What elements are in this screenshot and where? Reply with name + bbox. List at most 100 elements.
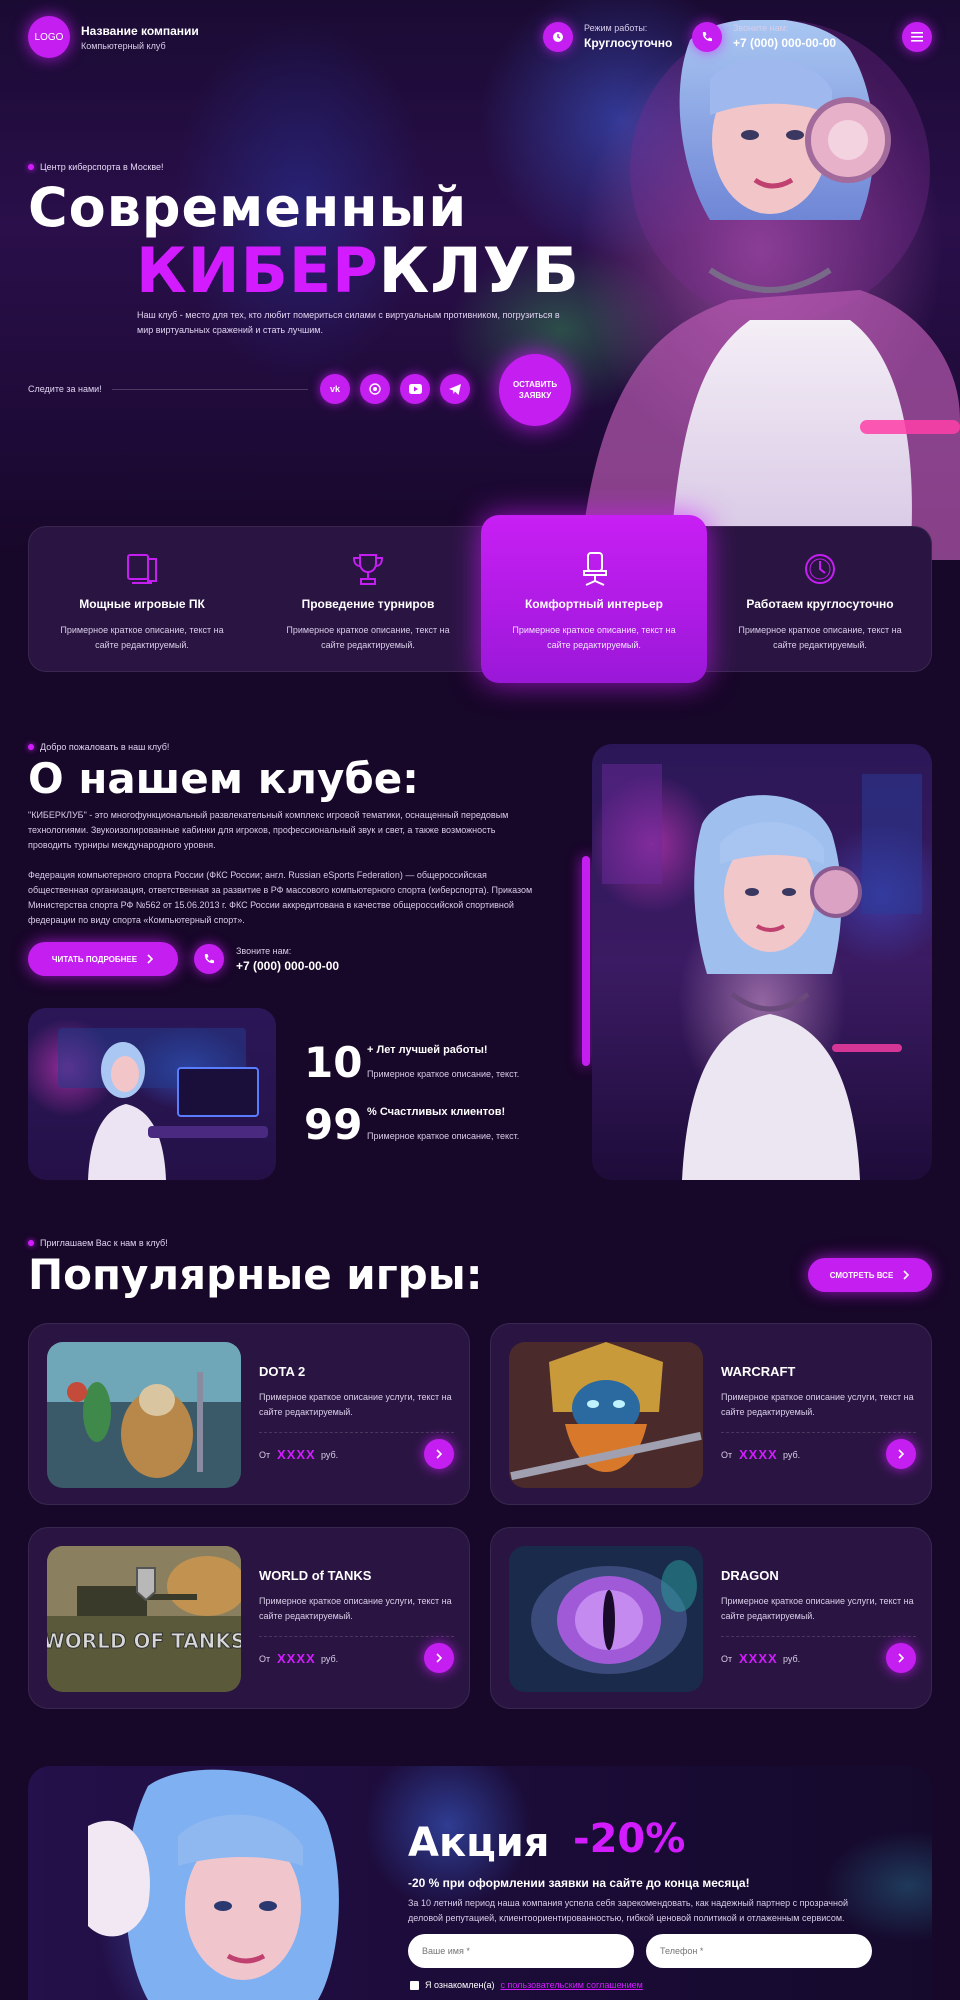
game-card-world-of-tanks[interactable]: WORLD OF TANKS WORLD of TANKS Примерное … <box>28 1527 470 1709</box>
game-open-button[interactable] <box>886 1439 916 1469</box>
games-title: Популярные игры: <box>28 1250 483 1299</box>
stat-description: Примерное краткое описание, текст. <box>367 1069 520 1079</box>
hero-title-line1: Современный <box>28 176 468 239</box>
feature-description: Примерное краткое описание, текст на сай… <box>738 625 902 650</box>
phone-icon[interactable] <box>194 944 224 974</box>
stat-description: Примерное краткое описание, текст. <box>367 1131 520 1141</box>
price-prefix: От <box>721 1654 733 1664</box>
game-title: DOTA 2 <box>259 1364 306 1379</box>
promo-gamer-illustration <box>88 1769 339 2000</box>
clock-icon <box>543 22 573 52</box>
feature-description: Примерное краткое описание, текст на сай… <box>286 625 450 650</box>
divider <box>259 1432 454 1433</box>
game-description: Примерное краткое описание услуги, текст… <box>721 1392 914 1417</box>
leave-request-button[interactable]: ОСТАВИТЬ ЗАЯВКУ <box>499 354 571 426</box>
game-title: WARCRAFT <box>721 1364 796 1379</box>
hero-eyebrow-text: Центр киберспорта в Москве! <box>40 162 164 172</box>
game-title: WORLD of TANKS <box>259 1568 372 1583</box>
price-unit: руб. <box>321 1654 339 1664</box>
phone-label: Звоните нам: <box>733 23 789 33</box>
read-more-label: ЧИТАТЬ ПОДРОБНЕЕ <box>51 954 138 964</box>
feature-description: Примерное краткое описание, текст на сай… <box>60 625 224 650</box>
game-card-dota2[interactable]: DOTA 2 Примерное краткое описание услуги… <box>28 1323 470 1505</box>
stat-number: 10 <box>304 1038 363 1087</box>
phone-icon[interactable] <box>692 22 722 52</box>
promo-percent: -20% <box>573 1816 686 1862</box>
feature-item-active: Комфортный интерьер Примерное краткое оп… <box>481 515 707 683</box>
price-prefix: От <box>721 1450 733 1460</box>
game-image-world-of-tanks: WORLD OF TANKS <box>47 1546 241 1692</box>
hero-description: Наш клуб - место для тех, кто любит поме… <box>137 310 560 335</box>
name-input[interactable] <box>408 1934 634 1968</box>
youtube-icon[interactable] <box>400 374 430 404</box>
logo[interactable]: LOGO <box>28 16 70 58</box>
game-price: XXXX <box>277 1651 316 1666</box>
follow-label: Следите за нами! <box>28 384 102 394</box>
hero-title-line2: КИБЕРКЛУБ <box>136 234 580 307</box>
chevron-right-icon <box>147 954 154 964</box>
game-open-button[interactable] <box>424 1439 454 1469</box>
bullet-icon <box>28 744 34 750</box>
price-unit: руб. <box>321 1450 339 1460</box>
phone-input[interactable] <box>646 1934 872 1968</box>
features-bar: Мощные игровые ПК Примерное краткое опис… <box>28 515 932 683</box>
clock-icon <box>805 554 835 584</box>
hero-gamer-illustration <box>580 20 960 560</box>
about-phone[interactable]: +7 (000) 000-00-00 <box>236 959 339 973</box>
game-image-warcraft <box>509 1342 703 1488</box>
header-phone[interactable]: +7 (000) 000-00-00 <box>733 36 836 50</box>
accent-bar <box>582 856 590 1066</box>
hero-title-rest: КЛУБ <box>378 234 580 307</box>
game-card-dragon[interactable]: DRAGON Примерное краткое описание услуги… <box>490 1527 932 1709</box>
consent-text: Я ознакомлен(а) <box>425 1980 495 1990</box>
trophy-icon <box>352 554 384 585</box>
feature-title: Проведение турниров <box>301 597 435 611</box>
stat-number: 99 <box>304 1100 363 1149</box>
about-paragraph: "КИБЕРКЛУБ" - это многофункциональный ра… <box>28 810 509 850</box>
telegram-icon[interactable] <box>440 374 470 404</box>
divider <box>721 1432 916 1433</box>
about-title: О нашем клубе: <box>28 754 419 803</box>
divider <box>721 1636 916 1637</box>
terms-link[interactable]: с пользовательским соглашением <box>500 1980 642 1990</box>
consent-checkbox[interactable] <box>410 1980 419 1990</box>
game-card-warcraft[interactable]: WARCRAFT Примерное краткое описание услу… <box>490 1323 932 1505</box>
bullet-icon <box>28 1240 34 1246</box>
bullet-icon <box>28 164 34 170</box>
about-eyebrow: Добро пожаловать в наш клуб! <box>28 742 169 752</box>
site-header: LOGO Название компании Компьютерный клуб… <box>28 16 932 60</box>
vk-icon[interactable]: vk <box>320 374 350 404</box>
see-all-label: СМОТРЕТЬ ВСЕ <box>829 1270 894 1280</box>
feature-title: Мощные игровые ПК <box>79 597 205 611</box>
game-image-dragon <box>509 1546 703 1692</box>
feature-title: Комфортный интерьер <box>524 597 664 611</box>
gamer-photo-large <box>592 744 932 1180</box>
feature-title: Работаем круглосуточно <box>746 597 894 611</box>
read-more-button[interactable]: ЧИТАТЬ ПОДРОБНЕЕ <box>28 942 178 976</box>
whatsapp-icon[interactable] <box>360 374 390 404</box>
game-image-dota2 <box>47 1342 241 1488</box>
hours-value: Круглосуточно <box>584 36 673 50</box>
promo-section: Акция -20% -20 % при оформлении заявки н… <box>28 1766 932 2000</box>
promo-title: Акция <box>408 1820 550 1866</box>
chevron-right-icon <box>897 1449 904 1459</box>
hero-section: LOGO Название компании Компьютерный клуб… <box>0 0 960 560</box>
game-price: XXXX <box>739 1651 778 1666</box>
divider <box>112 389 308 390</box>
gaming-chair-icon <box>583 552 607 586</box>
promo-subtitle: -20 % при оформлении заявки на сайте до … <box>408 1876 750 1890</box>
game-open-button[interactable] <box>424 1643 454 1673</box>
game-open-button[interactable] <box>886 1643 916 1673</box>
game-description: Примерное краткое описание услуги, текст… <box>259 1392 452 1417</box>
hero-title-accent: КИБЕР <box>136 234 379 307</box>
hero-eyebrow: Центр киберспорта в Москве! <box>28 162 164 172</box>
company-name: Название компании <box>81 24 199 38</box>
feature-item: Мощные игровые ПК Примерное краткое опис… <box>29 527 255 673</box>
menu-button[interactable] <box>902 22 932 52</box>
price-prefix: От <box>259 1654 271 1664</box>
stat-label: + Лет лучшей работы! <box>367 1044 488 1056</box>
price-prefix: От <box>259 1450 271 1460</box>
see-all-button[interactable]: СМОТРЕТЬ ВСЕ <box>808 1258 932 1292</box>
company-subtitle: Компьютерный клуб <box>81 41 166 51</box>
hamburger-icon <box>911 32 923 42</box>
